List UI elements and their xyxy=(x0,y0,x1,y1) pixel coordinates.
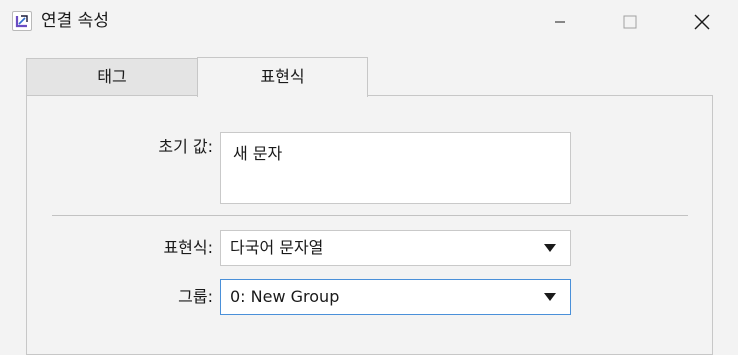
close-button[interactable] xyxy=(679,0,725,44)
initial-value-field[interactable]: 새 문자 xyxy=(220,132,571,204)
maximize-icon xyxy=(623,15,637,29)
group-select-value: 0: New Group xyxy=(230,287,340,306)
close-icon xyxy=(694,14,710,30)
maximize-button[interactable] xyxy=(607,0,653,44)
expression-select[interactable]: 다국어 문자열 xyxy=(220,230,571,266)
window-title: 연결 속성 xyxy=(41,11,109,31)
dropdown-arrow-icon xyxy=(544,293,556,301)
app-logo-icon xyxy=(12,11,32,31)
expression-select-value: 다국어 문자열 xyxy=(230,238,324,257)
tab-tag[interactable]: 태그 xyxy=(26,58,198,95)
minimize-button[interactable] xyxy=(537,0,583,44)
divider xyxy=(52,215,688,216)
tab-expression[interactable]: 표현식 xyxy=(197,57,368,97)
minimize-icon xyxy=(555,21,565,23)
group-label: 그룹: xyxy=(178,287,213,306)
expression-label: 표현식: xyxy=(163,238,213,257)
initial-value-label: 초기 값: xyxy=(158,137,213,156)
title-bar[interactable]: 연결 속성 xyxy=(0,0,738,44)
group-select[interactable]: 0: New Group xyxy=(220,279,571,315)
dropdown-arrow-icon xyxy=(544,244,556,252)
